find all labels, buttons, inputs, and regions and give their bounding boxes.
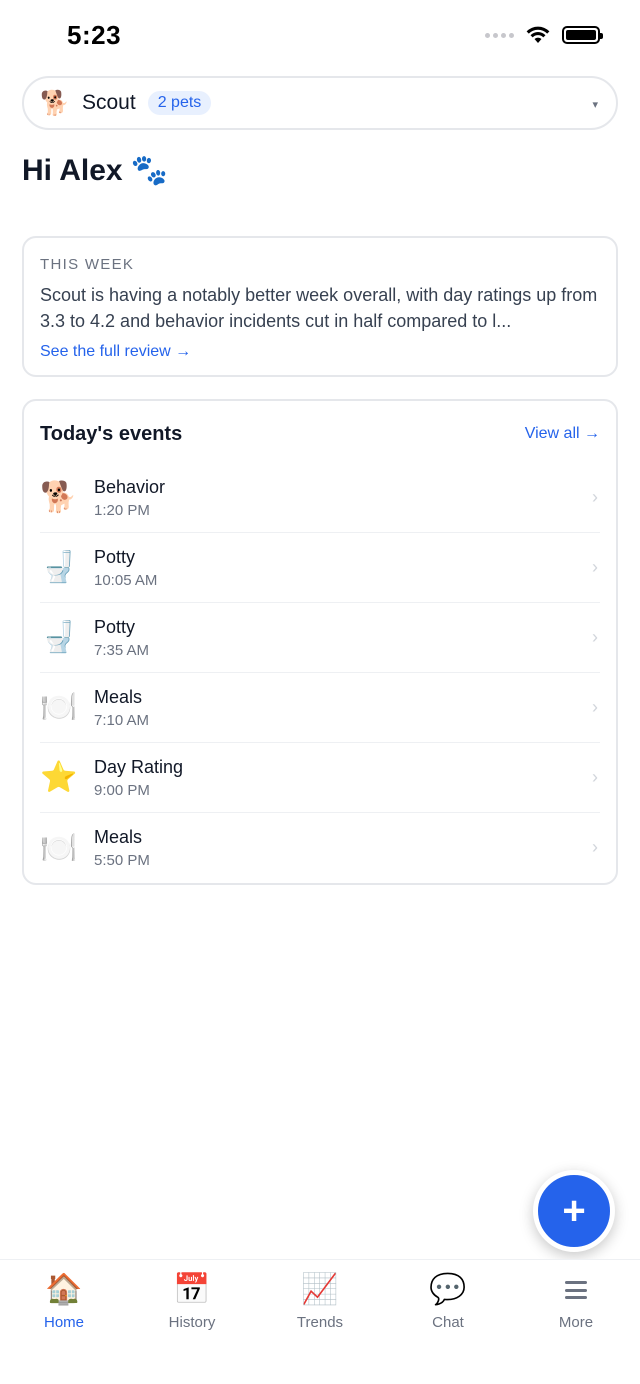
event-text: Day Rating 9:00 PM xyxy=(94,757,183,799)
battery-icon xyxy=(562,26,603,44)
chevron-right-icon: › xyxy=(592,767,598,787)
week-summary-card: THIS WEEK Scout is having a notably bett… xyxy=(22,236,618,377)
events-title: Today's events xyxy=(40,422,183,445)
tab-label: Chat xyxy=(432,1314,464,1331)
tab-trends[interactable]: 📈 Trends xyxy=(256,1260,384,1384)
tab-more[interactable]: More xyxy=(512,1260,640,1384)
tab-label: Home xyxy=(43,1314,84,1331)
tab-label: History xyxy=(168,1314,216,1331)
add-event-button[interactable]: + xyxy=(533,1170,615,1252)
event-title: Potty xyxy=(94,616,136,637)
event-time: 1:20 PM xyxy=(94,501,150,519)
events-header: Today's events View all → xyxy=(40,401,600,463)
status-time: 5:23 xyxy=(67,20,122,50)
event-row-potty[interactable]: 🚽 Potty 10:05 AM › xyxy=(40,533,600,603)
view-all-link[interactable]: View all → xyxy=(525,425,600,443)
full-review-link[interactable]: See the full review → xyxy=(40,343,600,361)
status-bar: 5:23 xyxy=(0,0,640,72)
dog-icon: 🐕 xyxy=(40,89,70,117)
event-title: Meals xyxy=(94,827,143,847)
event-row-meals[interactable]: 🍽️ Meals 5:50 PM › xyxy=(40,813,600,883)
week-summary-heading: THIS WEEK xyxy=(40,256,135,273)
bottom-tab-bar: 🏠 Home 📅 History 📈 Trends 💬 Chat More xyxy=(0,1259,640,1384)
tab-home[interactable]: 🏠 Home xyxy=(0,1260,128,1384)
event-text: Behavior 1:20 PM xyxy=(94,477,165,519)
event-title: Day Rating xyxy=(94,756,184,777)
plate-icon: 🍽️ xyxy=(40,831,78,865)
event-time: 7:10 AM xyxy=(94,711,150,729)
star-icon: ⭐ xyxy=(40,761,78,794)
event-row-meals[interactable]: 🍽️ Meals 7:10 AM › xyxy=(40,673,600,743)
wifi-icon xyxy=(526,26,550,43)
toilet-icon: 🚽 xyxy=(40,621,78,654)
calendar-icon: 📅 xyxy=(173,1273,211,1306)
chevron-right-icon: › xyxy=(592,557,598,577)
chart-increasing-icon: 📈 xyxy=(301,1273,339,1306)
pet-selector[interactable]: 🐕 Scout 2 pets ▾ xyxy=(22,76,618,130)
chevron-right-icon: › xyxy=(592,487,598,507)
toilet-icon: 🚽 xyxy=(40,551,78,584)
event-row-day-rating[interactable]: ⭐ Day Rating 9:00 PM › xyxy=(40,743,600,813)
tab-label: Trends xyxy=(296,1314,344,1331)
chevron-right-icon: › xyxy=(592,697,598,717)
event-text: Potty 10:05 AM xyxy=(94,547,157,589)
house-icon: 🏠 xyxy=(45,1273,83,1306)
event-time: 9:00 PM xyxy=(94,781,150,799)
plus-icon: + xyxy=(562,1189,586,1233)
event-row-behavior[interactable]: 🐕 Behavior 1:20 PM › xyxy=(40,463,600,533)
cellular-signal-icon xyxy=(485,32,514,38)
event-title: Meals xyxy=(94,686,143,707)
event-title: Potty xyxy=(94,546,136,567)
chevron-right-icon: › xyxy=(592,627,598,647)
event-text: Meals 7:10 AM xyxy=(94,687,149,729)
paw-prints-icon: 🐾 xyxy=(130,154,168,187)
event-time: 7:35 AM xyxy=(94,641,150,659)
tab-history[interactable]: 📅 History xyxy=(128,1260,256,1384)
event-time: 5:50 PM xyxy=(94,852,150,869)
todays-events-card: Today's events View all → 🐕 Behavior 1:2… xyxy=(22,399,618,885)
pet-name: Scout xyxy=(82,91,136,114)
plate-icon: 🍽️ xyxy=(40,691,78,724)
chevron-down-icon: ▾ xyxy=(592,99,598,111)
greeting-text: Hi Alex xyxy=(22,153,123,187)
dog-icon: 🐕 xyxy=(40,481,78,514)
speech-bubble-icon: 💬 xyxy=(429,1273,467,1306)
week-summary-text: Scout is having a notably better week ov… xyxy=(40,285,598,331)
event-text: Meals 5:50 PM xyxy=(94,827,150,869)
pet-count-badge: 2 pets xyxy=(147,91,212,115)
tab-chat[interactable]: 💬 Chat xyxy=(384,1260,512,1384)
menu-icon xyxy=(565,1281,587,1299)
event-text: Potty 7:35 AM xyxy=(94,617,149,659)
event-title: Behavior xyxy=(94,476,166,497)
tab-label: More xyxy=(558,1314,594,1331)
chevron-right-icon: › xyxy=(592,837,598,857)
event-time: 10:05 AM xyxy=(94,571,158,589)
event-row-potty[interactable]: 🚽 Potty 7:35 AM › xyxy=(40,603,600,673)
greeting-heading: Hi Alex 🐾 xyxy=(22,153,168,188)
status-icons xyxy=(485,26,603,44)
